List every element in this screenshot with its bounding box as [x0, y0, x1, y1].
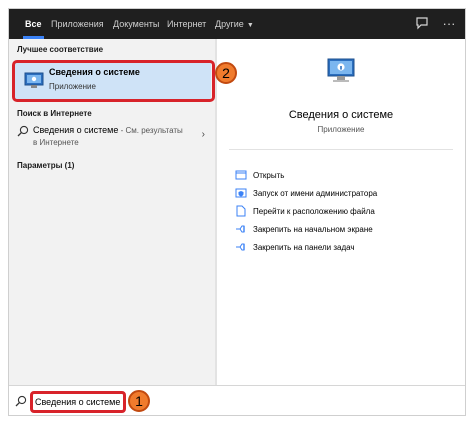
chevron-down-icon: ▼: [246, 22, 254, 29]
system-info-icon: [24, 72, 44, 88]
preview-panel: Сведения о системе Приложение Открыть За…: [217, 39, 465, 385]
best-match-title: Сведения о системе: [49, 67, 140, 77]
search-tabs: Все Приложения Документы Интернет Другие…: [9, 9, 465, 39]
action-file-location-label: Перейти к расположению файла: [253, 206, 375, 216]
open-icon: [235, 170, 247, 180]
best-match-heading: Лучшее соответствие: [17, 45, 104, 54]
tab-documents[interactable]: Документы: [113, 9, 159, 39]
run-as-admin-icon: [235, 188, 247, 198]
action-run-as-admin[interactable]: Запуск от имени администратора: [235, 185, 377, 201]
web-search-heading: Поиск в Интернете: [17, 109, 92, 118]
chevron-right-icon[interactable]: ›: [202, 129, 205, 140]
tab-internet[interactable]: Интернет: [167, 9, 206, 39]
action-open-label: Открыть: [253, 170, 285, 180]
tab-other-label: Другие: [215, 19, 244, 29]
more-icon[interactable]: ···: [441, 15, 457, 31]
feedback-icon[interactable]: [414, 15, 430, 31]
web-search-item[interactable]: Сведения о системе - См. результаты в Ин…: [13, 123, 209, 151]
action-pin-start[interactable]: Закрепить на начальном экране: [235, 221, 373, 237]
settings-heading[interactable]: Параметры (1): [17, 161, 74, 170]
action-run-as-admin-label: Запуск от имени администратора: [253, 188, 378, 198]
system-info-icon: [327, 58, 355, 82]
web-item-line2: в Интернете: [33, 138, 79, 147]
search-icon: [15, 395, 27, 407]
action-open[interactable]: Открыть: [235, 167, 284, 183]
file-location-icon: [236, 205, 246, 217]
callout-badge-1: 1: [128, 390, 150, 412]
action-pin-taskbar[interactable]: Закрепить на панели задач: [235, 239, 355, 255]
preview-app-name: Сведения о системе: [288, 109, 394, 121]
action-file-location[interactable]: Перейти к расположению файла: [235, 203, 375, 219]
start-search-window: Все Приложения Документы Интернет Другие…: [8, 8, 466, 416]
web-item-text: Сведения о системе - См. результаты: [33, 125, 183, 135]
search-input[interactable]: [35, 394, 125, 410]
action-pin-start-label: Закрепить на начальном экране: [253, 224, 373, 234]
search-icon: [17, 125, 29, 137]
results-panel: Лучшее соответствие Сведения о системе П…: [9, 39, 215, 385]
web-item-main: Сведения о системе: [33, 125, 119, 135]
best-match-subtitle: Приложение: [49, 82, 96, 91]
pin-icon: [236, 225, 245, 233]
tab-other[interactable]: Другие ▼: [215, 9, 254, 39]
tab-all[interactable]: Все: [23, 9, 43, 39]
web-item-suffix: - См. результаты: [118, 126, 183, 135]
best-match-item[interactable]: Сведения о системе Приложение: [15, 61, 211, 99]
pin-icon: [236, 243, 245, 251]
preview-app-type: Приложение: [317, 125, 365, 134]
callout-badge-2: 2: [215, 62, 237, 84]
tab-apps[interactable]: Приложения: [51, 9, 104, 39]
preview-divider: [229, 149, 453, 150]
search-bar: [9, 385, 465, 415]
action-pin-taskbar-label: Закрепить на панели задач: [253, 242, 355, 252]
